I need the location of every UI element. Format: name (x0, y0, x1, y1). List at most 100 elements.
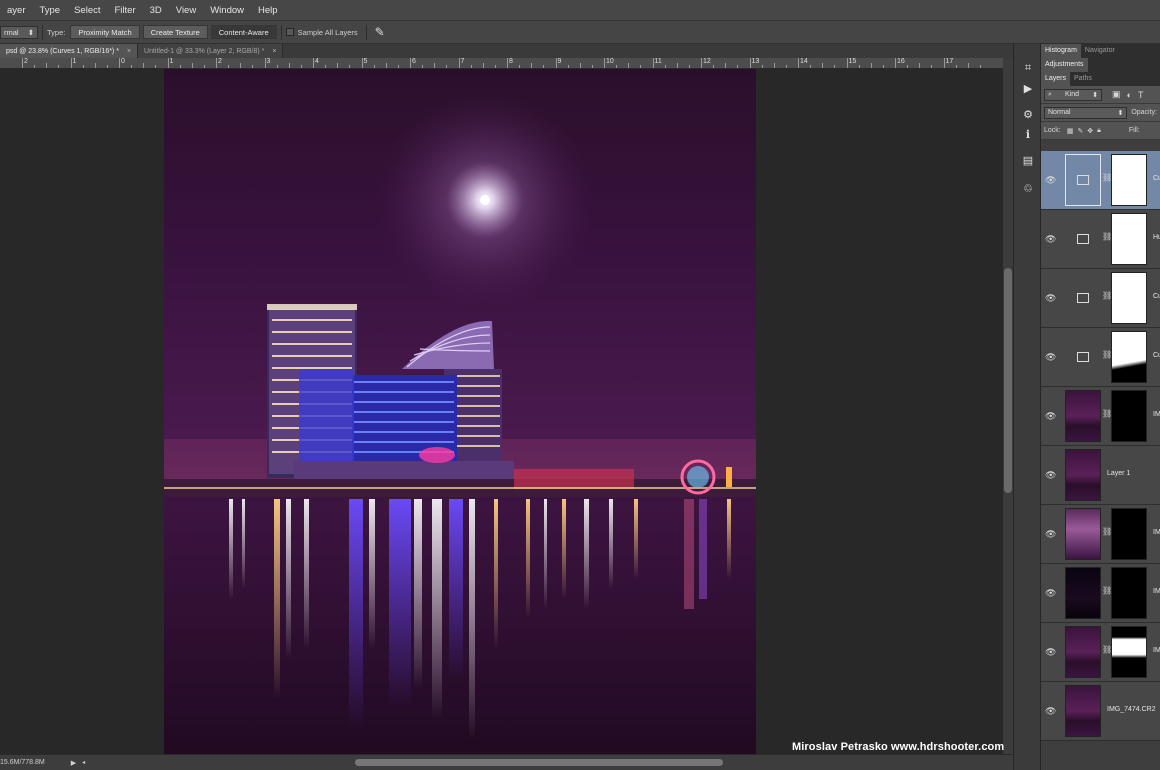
layer-thumbnail[interactable] (1065, 626, 1101, 678)
scroll-left-icon[interactable]: ◂ (82, 759, 85, 766)
status-menu-arrow-icon[interactable]: ▶ (71, 759, 76, 767)
mode-dropdown[interactable]: rmal ⬍ (0, 25, 38, 39)
menu-help[interactable]: Help (251, 0, 285, 21)
eye-icon[interactable]: 👁︎ (1045, 706, 1057, 716)
layer-thumbnail[interactable] (1065, 567, 1101, 619)
close-icon[interactable]: × (272, 48, 276, 55)
eye-icon[interactable]: 👁︎ (1045, 175, 1057, 185)
ruler-minor-tick (106, 65, 108, 68)
menu-view[interactable]: View (169, 0, 203, 21)
menu-3d[interactable]: 3D (143, 0, 169, 21)
create-texture-button[interactable]: Create Texture (142, 25, 208, 39)
horizontal-scrollbar-thumb[interactable] (355, 759, 723, 766)
play-icon[interactable]: ▶ (1020, 80, 1036, 96)
lock-transparent-icon[interactable]: ▦ (1067, 127, 1074, 135)
ruler-label: 1 (169, 58, 174, 65)
pressure-icon[interactable]: ✎ (375, 25, 385, 39)
layer-row[interactable]: 👁︎ ⛓︎ Cu (1041, 328, 1160, 387)
ruler-minor-tick (155, 65, 157, 68)
eye-icon[interactable]: 👁︎ (1045, 470, 1057, 480)
info-icon[interactable]: ℹ (1020, 126, 1036, 142)
tab-navigator[interactable]: Navigator (1081, 44, 1119, 58)
layer-row[interactable]: 👁︎ IMG_7474.CR2 (1041, 682, 1160, 741)
pixel-filter-icon[interactable]: ▣ (1112, 89, 1121, 100)
layer-mask-thumbnail[interactable] (1111, 626, 1147, 678)
ruler-label: 2 (24, 58, 28, 65)
blend-mode-dropdown[interactable]: Normal ⬍ (1044, 106, 1128, 119)
tab-adjustments[interactable]: Adjustments (1041, 58, 1088, 72)
tab-document-2[interactable]: Untitled-1 @ 33.3% (Layer 2, RGB/8) * × (138, 44, 284, 58)
layer-row[interactable]: 👁︎ ⛓︎ Cu (1041, 269, 1160, 328)
eye-icon[interactable]: 👁︎ (1045, 293, 1057, 303)
layer-row[interactable]: 👁︎ ⛓︎ Hu (1041, 210, 1160, 269)
layer-mask-thumbnail[interactable] (1111, 213, 1147, 265)
ruler-minor-tick (470, 65, 472, 68)
ruler-minor-tick (519, 65, 521, 68)
ruler-minor-tick (191, 63, 193, 68)
menu-layer[interactable]: ayer (0, 0, 32, 21)
layer-thumbnail[interactable] (1065, 390, 1101, 442)
ruler-minor-tick (228, 65, 230, 68)
close-icon[interactable]: × (127, 48, 131, 55)
kind-filter-dropdown[interactable]: ⌕ Kind ⬍ (1044, 88, 1102, 101)
vertical-scrollbar[interactable] (1003, 58, 1013, 754)
tab-layers[interactable]: Layers (1041, 72, 1071, 86)
layer-thumbnail[interactable] (1065, 449, 1101, 501)
ruler-minor-tick (919, 63, 921, 68)
proximity-match-button[interactable]: Proximity Match (70, 25, 140, 39)
eye-icon[interactable]: 👁︎ (1045, 411, 1057, 421)
chevron-down-icon: ⬍ (1117, 109, 1124, 117)
eye-icon[interactable]: 👁︎ (1045, 529, 1057, 539)
adjustment-filter-icon[interactable]: ◐ (1127, 90, 1132, 100)
ruler-tick (22, 58, 23, 68)
layer-row[interactable]: 👁︎ ⛓︎ IM (1041, 564, 1160, 623)
eye-icon[interactable]: 👁︎ (1045, 352, 1057, 362)
clone-source-icon[interactable]: ♲ (1020, 180, 1036, 196)
brush-presets-icon[interactable]: ⌗ (1020, 60, 1036, 76)
sample-all-layers-checkbox[interactable] (285, 28, 294, 36)
tab-document-1[interactable]: psd @ 23.8% (Curves 1, RGB/16*) * × (0, 44, 139, 58)
lock-pixels-icon[interactable]: ✎ (1077, 127, 1083, 135)
layer-mask-thumbnail[interactable] (1111, 508, 1147, 560)
type-filter-icon[interactable]: T (1138, 90, 1144, 100)
layer-mask-thumbnail[interactable] (1111, 331, 1147, 383)
ruler-minor-tick (616, 65, 618, 68)
layer-row[interactable]: 👁︎ ⛓︎ IM (1041, 623, 1160, 682)
scrollbar-thumb[interactable] (1004, 268, 1012, 493)
tab-paths[interactable]: Paths (1070, 72, 1096, 86)
ruler-label: 2 (218, 58, 222, 65)
ruler-minor-tick (664, 65, 666, 68)
tool-presets-icon[interactable]: ▤ (1020, 152, 1036, 168)
lock-all-icon[interactable]: 🔒︎ (1097, 127, 1101, 135)
menu-filter[interactable]: Filter (108, 0, 143, 21)
tab-histogram[interactable]: Histogram (1041, 44, 1081, 58)
ruler-tick (167, 58, 169, 68)
layer-mask-thumbnail[interactable] (1111, 272, 1147, 324)
ruler-tick (798, 58, 799, 68)
layer-mask-thumbnail[interactable] (1111, 390, 1147, 442)
content-aware-button[interactable]: Content-Aware (210, 25, 277, 39)
ruler-label: 16 (897, 58, 905, 65)
ruler-label: 12 (703, 58, 711, 65)
menu-type[interactable]: Type (32, 0, 67, 21)
layer-thumbnail[interactable] (1065, 508, 1101, 560)
eye-icon[interactable]: 👁︎ (1045, 588, 1057, 598)
ruler-label: 11 (654, 58, 662, 65)
layer-row[interactable]: 👁︎ ⛓︎ IM (1041, 505, 1160, 564)
ruler-minor-tick (58, 65, 60, 68)
layer-mask-thumbnail[interactable] (1111, 154, 1147, 206)
photo-canvas[interactable] (164, 69, 756, 754)
layer-row[interactable]: 👁︎ ⛓︎ Cu (1041, 151, 1160, 210)
layer-row[interactable]: 👁︎ ⛓︎ IM (1041, 387, 1160, 446)
menu-window[interactable]: Window (203, 0, 251, 21)
menu-select[interactable]: Select (67, 0, 107, 21)
ruler-minor-tick (385, 63, 387, 68)
eye-icon[interactable]: 👁︎ (1045, 234, 1057, 244)
lock-position-icon[interactable]: ✥ (1087, 127, 1093, 135)
canvas-area[interactable] (0, 69, 1003, 754)
eye-icon[interactable]: 👁︎ (1045, 647, 1057, 657)
adjustments-icon[interactable]: ⚙ (1020, 106, 1036, 122)
layer-thumbnail[interactable] (1065, 685, 1101, 737)
layer-row[interactable]: 👁︎ Layer 1 (1041, 446, 1160, 505)
layer-mask-thumbnail[interactable] (1111, 567, 1147, 619)
